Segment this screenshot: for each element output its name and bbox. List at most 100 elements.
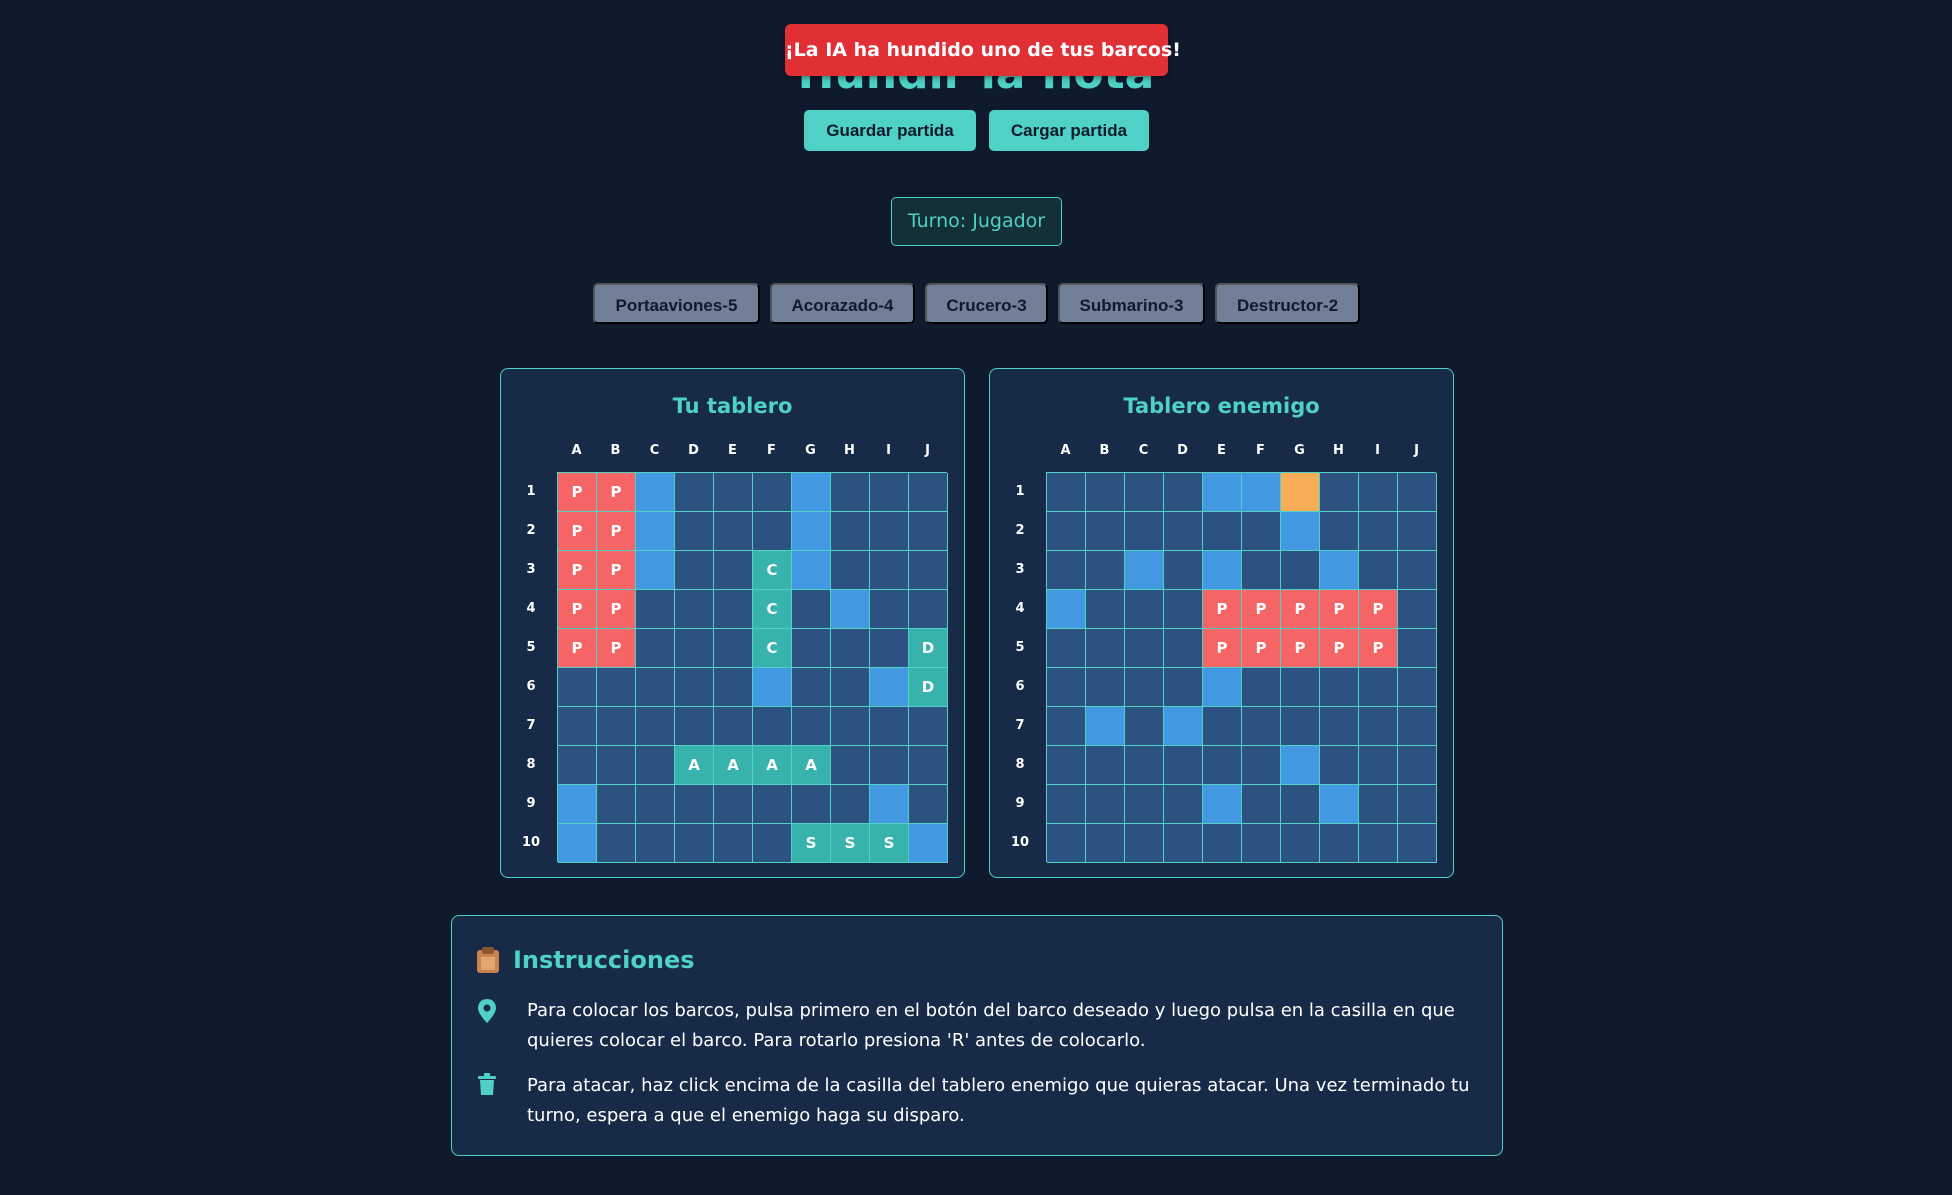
enemy-cell-C10[interactable]	[1125, 824, 1164, 863]
enemy-cell-G5[interactable]: P	[1281, 629, 1320, 668]
player-cell-J8[interactable]	[909, 746, 948, 785]
player-cell-E7[interactable]	[714, 707, 753, 746]
player-cell-G9[interactable]	[792, 785, 831, 824]
enemy-cell-D3[interactable]	[1164, 551, 1203, 590]
player-cell-E3[interactable]	[714, 551, 753, 590]
player-cell-G10[interactable]: S	[792, 824, 831, 863]
player-cell-B7[interactable]	[597, 707, 636, 746]
ship-button-crucero[interactable]: Crucero-3	[925, 283, 1048, 324]
ship-button-destructor[interactable]: Destructor-2	[1215, 283, 1360, 324]
enemy-cell-C7[interactable]	[1125, 707, 1164, 746]
player-cell-J3[interactable]	[909, 551, 948, 590]
player-cell-E6[interactable]	[714, 668, 753, 707]
save-game-button[interactable]: Guardar partida	[804, 110, 976, 151]
enemy-cell-D2[interactable]	[1164, 512, 1203, 551]
enemy-cell-B8[interactable]	[1086, 746, 1125, 785]
enemy-cell-C9[interactable]	[1125, 785, 1164, 824]
player-cell-B6[interactable]	[597, 668, 636, 707]
player-cell-G5[interactable]	[792, 629, 831, 668]
enemy-cell-A7[interactable]	[1047, 707, 1086, 746]
player-cell-F6[interactable]	[753, 668, 792, 707]
player-cell-D10[interactable]	[675, 824, 714, 863]
player-cell-D9[interactable]	[675, 785, 714, 824]
enemy-cell-H5[interactable]: P	[1320, 629, 1359, 668]
player-cell-J1[interactable]	[909, 473, 948, 512]
enemy-cell-C3[interactable]	[1125, 551, 1164, 590]
player-cell-A2[interactable]: P	[558, 512, 597, 551]
enemy-cell-A4[interactable]	[1047, 590, 1086, 629]
enemy-cell-I8[interactable]	[1359, 746, 1398, 785]
enemy-cell-E1[interactable]	[1203, 473, 1242, 512]
enemy-cell-I1[interactable]	[1359, 473, 1398, 512]
player-cell-E8[interactable]: A	[714, 746, 753, 785]
player-cell-G2[interactable]	[792, 512, 831, 551]
enemy-cell-E8[interactable]	[1203, 746, 1242, 785]
enemy-cell-J5[interactable]	[1398, 629, 1437, 668]
player-cell-G1[interactable]	[792, 473, 831, 512]
enemy-cell-B1[interactable]	[1086, 473, 1125, 512]
enemy-cell-I4[interactable]: P	[1359, 590, 1398, 629]
enemy-cell-G4[interactable]: P	[1281, 590, 1320, 629]
player-cell-F2[interactable]	[753, 512, 792, 551]
enemy-cell-H6[interactable]	[1320, 668, 1359, 707]
enemy-cell-E2[interactable]	[1203, 512, 1242, 551]
enemy-cell-E5[interactable]: P	[1203, 629, 1242, 668]
player-cell-D6[interactable]	[675, 668, 714, 707]
player-cell-D4[interactable]	[675, 590, 714, 629]
enemy-cell-H7[interactable]	[1320, 707, 1359, 746]
enemy-cell-J8[interactable]	[1398, 746, 1437, 785]
enemy-cell-A9[interactable]	[1047, 785, 1086, 824]
player-cell-H10[interactable]: S	[831, 824, 870, 863]
enemy-cell-E3[interactable]	[1203, 551, 1242, 590]
player-cell-A1[interactable]: P	[558, 473, 597, 512]
enemy-cell-J7[interactable]	[1398, 707, 1437, 746]
enemy-cell-C5[interactable]	[1125, 629, 1164, 668]
enemy-cell-J10[interactable]	[1398, 824, 1437, 863]
player-cell-E1[interactable]	[714, 473, 753, 512]
enemy-cell-A1[interactable]	[1047, 473, 1086, 512]
enemy-cell-I3[interactable]	[1359, 551, 1398, 590]
player-cell-I7[interactable]	[870, 707, 909, 746]
player-cell-H4[interactable]	[831, 590, 870, 629]
enemy-cell-D4[interactable]	[1164, 590, 1203, 629]
enemy-cell-C6[interactable]	[1125, 668, 1164, 707]
ship-button-submarino[interactable]: Submarino-3	[1058, 283, 1205, 324]
player-cell-D5[interactable]	[675, 629, 714, 668]
player-cell-I3[interactable]	[870, 551, 909, 590]
enemy-cell-A2[interactable]	[1047, 512, 1086, 551]
ship-button-acorazado[interactable]: Acorazado-4	[770, 283, 915, 324]
enemy-cell-A10[interactable]	[1047, 824, 1086, 863]
enemy-cell-H8[interactable]	[1320, 746, 1359, 785]
enemy-cell-B9[interactable]	[1086, 785, 1125, 824]
player-cell-H9[interactable]	[831, 785, 870, 824]
player-cell-J4[interactable]	[909, 590, 948, 629]
player-cell-H5[interactable]	[831, 629, 870, 668]
player-cell-C4[interactable]	[636, 590, 675, 629]
enemy-cell-G6[interactable]	[1281, 668, 1320, 707]
player-cell-G7[interactable]	[792, 707, 831, 746]
enemy-cell-E7[interactable]	[1203, 707, 1242, 746]
player-cell-C5[interactable]	[636, 629, 675, 668]
player-cell-F8[interactable]: A	[753, 746, 792, 785]
enemy-cell-G1[interactable]	[1281, 473, 1320, 512]
enemy-cell-H9[interactable]	[1320, 785, 1359, 824]
player-cell-F4[interactable]: C	[753, 590, 792, 629]
player-cell-C6[interactable]	[636, 668, 675, 707]
ship-button-portaaviones[interactable]: Portaaviones-5	[593, 283, 760, 324]
player-cell-D3[interactable]	[675, 551, 714, 590]
player-cell-B4[interactable]: P	[597, 590, 636, 629]
enemy-cell-B4[interactable]	[1086, 590, 1125, 629]
enemy-cell-C1[interactable]	[1125, 473, 1164, 512]
enemy-cell-D8[interactable]	[1164, 746, 1203, 785]
enemy-cell-H2[interactable]	[1320, 512, 1359, 551]
player-cell-G3[interactable]	[792, 551, 831, 590]
enemy-cell-G3[interactable]	[1281, 551, 1320, 590]
enemy-cell-E6[interactable]	[1203, 668, 1242, 707]
player-cell-C2[interactable]	[636, 512, 675, 551]
player-cell-H7[interactable]	[831, 707, 870, 746]
player-cell-A3[interactable]: P	[558, 551, 597, 590]
player-cell-C3[interactable]	[636, 551, 675, 590]
enemy-cell-E4[interactable]: P	[1203, 590, 1242, 629]
player-cell-B1[interactable]: P	[597, 473, 636, 512]
enemy-cell-E10[interactable]	[1203, 824, 1242, 863]
